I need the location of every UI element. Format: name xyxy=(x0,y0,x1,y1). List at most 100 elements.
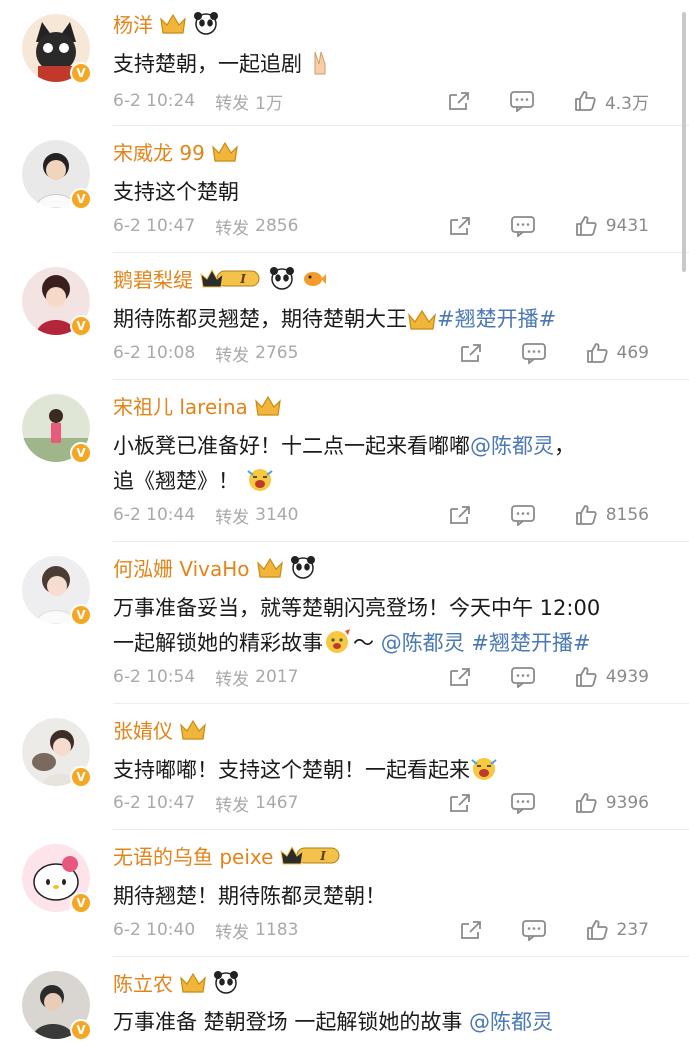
repost-label: 转发 xyxy=(215,669,250,690)
thumbs-up-icon xyxy=(575,91,596,111)
comment-item: V 宋威龙 99 支持这个楚朝 6-2 10:47 转发 2856 9431 xyxy=(0,126,689,253)
username[interactable]: 宋祖儿 lareina xyxy=(113,391,248,420)
thumbs-up-icon xyxy=(586,343,608,363)
verified-icon: V xyxy=(70,442,92,464)
avatar[interactable]: V xyxy=(22,556,92,626)
comment-item: V 鹅碧梨缇 I 期待陈都灵翘楚，期待楚朝大王 #翘楚开播# 6-2 10:08 … xyxy=(0,253,689,380)
timestamp: 6-2 10:54 xyxy=(113,667,196,687)
comment-text: 支持这个楚朝 xyxy=(113,180,239,204)
share-icon[interactable] xyxy=(448,504,472,526)
level-badge: I xyxy=(279,843,343,867)
thumbs-up-icon xyxy=(575,667,597,687)
thumbs-up-icon xyxy=(575,505,597,525)
fish-icon xyxy=(301,266,327,290)
crown-badge xyxy=(179,717,207,741)
like-count: 4.3万 xyxy=(604,93,649,114)
comment-item: V 陈立农 万事准备 楚朝登场 一起解锁她的故事 @陈都灵 xyxy=(0,957,689,1046)
repost-label: 转发 xyxy=(215,345,250,366)
panda-icon xyxy=(193,11,219,35)
avatar[interactable]: V xyxy=(22,971,92,1041)
comment-meta: 6-2 10:40 转发 1183 237 xyxy=(113,916,669,944)
username[interactable]: 陈立农 xyxy=(113,968,173,997)
timestamp: 6-2 10:44 xyxy=(113,505,196,525)
comment-list: V 杨洋 支持楚朝，一起追剧 6-2 10:24 转发 1万 4.3万 V 宋威… xyxy=(0,0,689,1046)
scrollbar[interactable] xyxy=(682,12,686,272)
repost-count: 1万 xyxy=(255,93,283,114)
verified-icon: V xyxy=(70,188,92,210)
thumbs-up-icon xyxy=(586,920,608,940)
comment-text: 期待陈都灵翘楚，期待楚朝大王 #翘楚开播# xyxy=(113,302,661,342)
comment-icon[interactable] xyxy=(521,919,547,941)
share-icon[interactable] xyxy=(459,342,483,364)
comment-meta: 6-2 10:47 转发 1467 9396 xyxy=(113,789,669,817)
avatar[interactable]: V xyxy=(22,140,92,210)
repost-label: 转发 xyxy=(215,795,250,816)
avatar[interactable]: V xyxy=(22,718,92,788)
username[interactable]: 宋威龙 99 xyxy=(113,137,205,166)
comment-text: 万事准备 楚朝登场 一起解锁她的故事 @陈都灵 xyxy=(113,1010,554,1034)
avatar[interactable]: V xyxy=(22,14,92,84)
verified-icon: V xyxy=(70,62,92,84)
comment-icon[interactable] xyxy=(510,666,536,688)
comment-text: 万事准备妥当，就等楚朝闪亮登场！今天中午 12:00 一起解锁她的精彩故事～ @陈… xyxy=(113,591,661,666)
repost-label: 转发 xyxy=(215,93,250,114)
username[interactable]: 何泓姗 VivaHo xyxy=(113,553,250,582)
celebrate-emoji xyxy=(323,627,353,666)
comment-meta: 6-2 10:47 转发 2856 9431 xyxy=(113,212,669,240)
excited-emoji xyxy=(246,465,274,504)
topic-tag-link[interactable]: #翘楚开播# xyxy=(471,631,590,655)
avatar[interactable]: V xyxy=(22,394,92,464)
avatar[interactable]: V xyxy=(22,267,92,337)
share-icon[interactable] xyxy=(448,666,472,688)
comment-icon[interactable] xyxy=(510,504,536,526)
share-icon[interactable] xyxy=(459,919,483,941)
username[interactable]: 鹅碧梨缇 xyxy=(113,264,193,293)
panda-icon xyxy=(269,266,295,290)
like-button[interactable]: 237 xyxy=(585,918,649,942)
repost-count: 2856 xyxy=(255,216,299,236)
share-icon[interactable] xyxy=(448,792,472,814)
repost-count: 2017 xyxy=(255,667,299,687)
mention-link[interactable]: @陈都灵 xyxy=(381,631,465,655)
username[interactable]: 杨洋 xyxy=(113,9,153,38)
like-button[interactable]: 4939 xyxy=(574,665,649,689)
crown-badge xyxy=(211,139,239,163)
like-button[interactable]: 9396 xyxy=(574,791,649,815)
comment-icon[interactable] xyxy=(510,792,536,814)
like-count: 8156 xyxy=(605,505,649,525)
comment-meta: 6-2 10:08 转发 2765 469 xyxy=(113,339,669,367)
crown-badge xyxy=(159,11,187,35)
comment-icon[interactable] xyxy=(509,90,535,112)
timestamp: 6-2 10:24 xyxy=(113,91,196,111)
like-button[interactable]: 8156 xyxy=(574,503,649,527)
level-badge: I xyxy=(199,266,263,290)
verified-icon: V xyxy=(70,892,92,914)
mention-link[interactable]: @陈都灵 xyxy=(469,1010,553,1034)
comment-meta: 6-2 10:44 转发 3140 8156 xyxy=(113,501,669,529)
like-count: 237 xyxy=(616,920,649,940)
avatar[interactable]: V xyxy=(22,844,92,914)
comment-icon[interactable] xyxy=(521,342,547,364)
like-button[interactable]: 9431 xyxy=(574,214,649,238)
comment-icon[interactable] xyxy=(510,215,536,237)
timestamp: 6-2 10:08 xyxy=(113,343,196,363)
like-button[interactable]: 469 xyxy=(585,341,649,365)
comment-text: 期待翘楚！期待陈都灵楚朝！ xyxy=(113,884,386,908)
verified-icon: V xyxy=(70,604,92,626)
share-icon[interactable] xyxy=(447,90,471,112)
verified-icon: V xyxy=(70,766,92,788)
panda-icon xyxy=(213,970,239,994)
username[interactable]: 张婧仪 xyxy=(113,715,173,744)
mention-link[interactable]: @陈都灵 xyxy=(470,434,554,458)
topic-tag-link[interactable]: #翘楚开播# xyxy=(437,307,556,331)
share-icon[interactable] xyxy=(448,215,472,237)
comment-item: V 杨洋 支持楚朝，一起追剧 6-2 10:24 转发 1万 4.3万 xyxy=(0,0,689,126)
excited-emoji xyxy=(470,754,498,793)
comment-text: 小板凳已准备好！十二点一起来看嘟嘟@陈都灵， 追《翘楚》！ xyxy=(113,429,661,504)
thumbs-up-icon xyxy=(575,216,597,236)
repost-count: 1467 xyxy=(255,793,299,813)
svg-text:I: I xyxy=(320,849,327,863)
like-button[interactable]: 4.3万 xyxy=(573,89,649,114)
crown-badge xyxy=(179,970,207,994)
username[interactable]: 无语的乌鱼 peixe xyxy=(113,841,273,870)
